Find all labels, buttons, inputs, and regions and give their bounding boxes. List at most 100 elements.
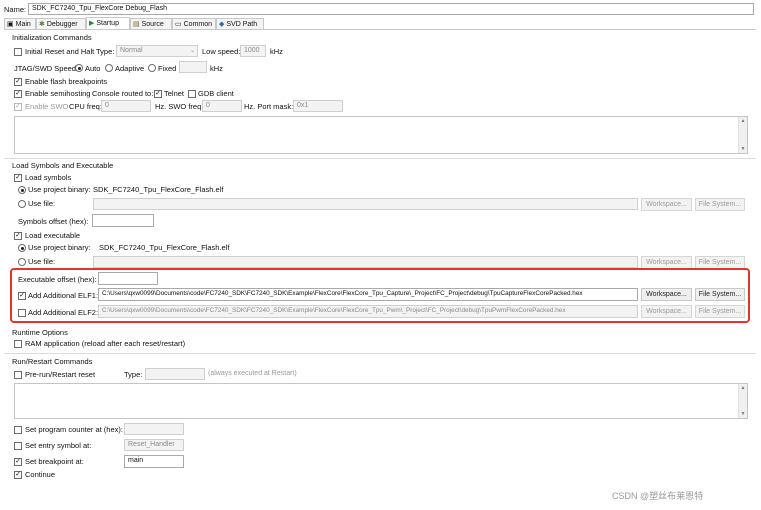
symbols-use-project-radio[interactable]: [18, 186, 26, 194]
load-section-title: Load Symbols and Executable: [12, 161, 114, 170]
name-label: Name:: [4, 5, 27, 14]
semihosting-checkbox[interactable]: ✓: [14, 90, 22, 98]
jtag-speed-label: JTAG/SWD Speed:: [14, 64, 79, 73]
exec-use-project-radio[interactable]: [18, 244, 26, 252]
swo-freq-label: Hz. SWO freq:: [155, 102, 204, 111]
jtag-auto-radio[interactable]: [75, 64, 83, 72]
symbols-offset-label: Symbols offset (hex):: [18, 217, 89, 226]
low-speed-input[interactable]: 1000: [240, 45, 266, 57]
load-symbols-label: Load symbols: [25, 173, 72, 182]
type-label: Type:: [96, 47, 115, 56]
exec-binary-name: SDK_FC7240_Tpu_FlexCore_Flash.elf: [99, 243, 230, 252]
flash-breakpoints-checkbox[interactable]: ✓: [14, 78, 22, 86]
elf1-workspace-button[interactable]: Workspace...: [641, 288, 692, 301]
exec-use-file-radio[interactable]: [18, 258, 26, 266]
low-speed-unit: kHz: [270, 47, 283, 56]
watermark: CSDN @塑丝布莱恩特: [612, 491, 704, 501]
ram-application-label: RAM application (reload after each reset…: [25, 339, 186, 348]
continue-checkbox[interactable]: ✓: [14, 471, 22, 479]
startup-icon: ▶: [89, 20, 95, 27]
elf2-workspace-button[interactable]: Workspace...: [641, 305, 692, 318]
run-section-title: Run/Restart Commands: [12, 357, 93, 366]
chevron-down-icon: ⌄: [189, 48, 195, 54]
prerun-type-select[interactable]: [145, 368, 205, 380]
elf1-label: Add Additional ELF1:: [28, 291, 99, 300]
symbols-offset-input[interactable]: [92, 214, 154, 227]
telnet-label: Telnet: [164, 89, 185, 98]
tab-debugger[interactable]: ✱ Debugger: [36, 18, 86, 29]
load-executable-label: Load executable: [25, 231, 81, 240]
set-pc-checkbox[interactable]: [14, 426, 22, 434]
breakpoint-input[interactable]: main: [124, 455, 184, 468]
cpu-freq-label: CPU freq:: [69, 102, 102, 111]
flash-breakpoints-label: Enable flash breakpoints: [25, 77, 108, 86]
tab-main[interactable]: ▣ Main: [4, 18, 36, 29]
load-executable-checkbox[interactable]: ✓: [14, 232, 22, 240]
ram-application-checkbox[interactable]: [14, 340, 22, 348]
tab-source[interactable]: ▤ Source: [130, 18, 172, 29]
telnet-checkbox[interactable]: ✓: [154, 90, 162, 98]
cpu-freq-input[interactable]: 0: [101, 100, 151, 112]
set-pc-label: Set program counter at (hex):: [25, 425, 123, 434]
prerun-reset-checkbox[interactable]: [14, 371, 22, 379]
elf2-path-input[interactable]: C:\Users\qxw0099\Documents\code\FC7240_S…: [98, 305, 638, 318]
port-mask-input[interactable]: 0x1: [293, 100, 343, 112]
symbols-use-file-label: Use file:: [28, 199, 56, 208]
symbols-workspace-button[interactable]: Workspace...: [641, 198, 692, 211]
run-commands-scrollbar[interactable]: ▲ ▼: [738, 384, 747, 418]
scroll-down-icon: ▼: [740, 146, 746, 152]
init-section-title: Initialization Commands: [12, 33, 92, 42]
entry-symbol-label: Set entry symbol at:: [25, 441, 92, 450]
gdb-client-checkbox[interactable]: [188, 90, 196, 98]
jtag-auto-label: Auto: [85, 64, 101, 73]
swo-checkbox[interactable]: ✓: [14, 103, 22, 111]
run-commands-textarea[interactable]: ▲ ▼: [14, 383, 748, 419]
tab-baseline: [4, 29, 756, 30]
initial-reset-checkbox[interactable]: [14, 48, 22, 56]
jtag-adaptive-radio[interactable]: [105, 64, 113, 72]
elf2-label: Add Additional ELF2:: [28, 308, 99, 317]
scroll-down-icon: ▼: [740, 411, 746, 417]
swo-freq-input[interactable]: 0: [202, 100, 242, 112]
elf2-filesystem-button[interactable]: File System...: [695, 305, 745, 318]
exec-offset-label: Executable offset (hex):: [18, 275, 97, 284]
config-name-input[interactable]: SDK_FC7240_Tpu_FlexCore Debug_Flash: [28, 3, 754, 15]
tab-common[interactable]: ▭ Common: [172, 18, 216, 29]
exec-offset-input[interactable]: [98, 272, 158, 285]
elf1-filesystem-button[interactable]: File System...: [695, 288, 745, 301]
section-divider: [4, 353, 756, 354]
symbols-filesystem-button[interactable]: File System...: [695, 198, 745, 211]
exec-file-input[interactable]: [93, 256, 638, 268]
breakpoint-checkbox[interactable]: ✓: [14, 458, 22, 466]
elf1-path-input[interactable]: C:\Users\qxw0099\Documents\code\FC7240_S…: [98, 288, 638, 301]
symbols-binary-name: SDK_FC7240_Tpu_FlexCore_Flash.elf: [93, 185, 224, 194]
entry-symbol-input[interactable]: Reset_Handler: [124, 439, 184, 451]
low-speed-label: Low speed:: [202, 47, 241, 56]
set-pc-input[interactable]: [124, 423, 184, 435]
continue-label: Continue: [25, 470, 56, 479]
scroll-up-icon: ▲: [740, 118, 746, 124]
prerun-type-label: Type:: [124, 370, 143, 379]
elf1-checkbox[interactable]: ✓: [18, 292, 26, 300]
load-symbols-checkbox[interactable]: ✓: [14, 174, 22, 182]
elf2-checkbox[interactable]: [18, 309, 26, 317]
exec-use-file-label: Use file:: [28, 257, 56, 266]
always-executed-note: (always executed at Restart): [208, 370, 297, 377]
initial-reset-label: Initial Reset and Halt: [25, 47, 95, 56]
jtag-fixed-radio[interactable]: [148, 64, 156, 72]
init-commands-textarea[interactable]: ▲ ▼: [14, 116, 748, 154]
fixed-speed-input[interactable]: [179, 61, 207, 73]
init-commands-scrollbar[interactable]: ▲ ▼: [738, 117, 747, 153]
prerun-reset-label: Pre-run/Restart reset: [25, 370, 96, 379]
jtag-adaptive-label: Adaptive: [115, 64, 145, 73]
breakpoint-label: Set breakpoint at:: [25, 457, 84, 466]
symbols-use-file-radio[interactable]: [18, 200, 26, 208]
entry-symbol-checkbox[interactable]: [14, 442, 22, 450]
reset-type-select[interactable]: Normal ⌄: [116, 45, 198, 57]
exec-use-project-label: Use project binary:: [28, 243, 91, 252]
tab-svd-path[interactable]: ◆ SVD Path: [216, 18, 264, 29]
gdb-client-label: GDB client: [198, 89, 234, 98]
symbols-use-project-label: Use project binary:: [28, 185, 91, 194]
tab-startup[interactable]: ▶ Startup: [86, 17, 130, 29]
symbols-file-input[interactable]: [93, 198, 638, 210]
